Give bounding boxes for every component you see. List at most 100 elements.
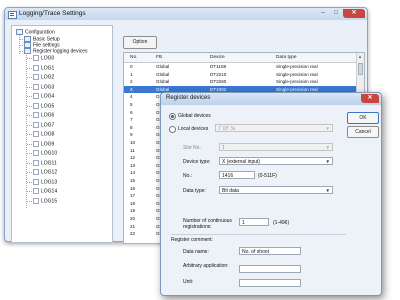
unit-label: Unit: — [183, 279, 194, 285]
option-button[interactable]: Option — [123, 36, 157, 49]
chevron-down-icon: ▼ — [325, 126, 330, 131]
tree-connector — [27, 96, 32, 97]
slot-select[interactable]: 1 ▼ — [219, 143, 333, 151]
tree-connector — [27, 124, 32, 126]
window-titlebar[interactable]: Logging/Trace Settings – □ ✕ — [5, 8, 367, 20]
tree-item-label: LOG10 — [41, 150, 58, 157]
cell-no: 9 — [130, 132, 133, 138]
cell-device: DT2260 — [210, 79, 227, 85]
cell-device: DT2210 — [210, 71, 227, 77]
cell-no: 6 — [130, 109, 133, 115]
continuous-label-line2: registrations: — [183, 224, 212, 230]
tree-item-log[interactable]: LOG7 — [33, 121, 54, 128]
tree-item-log[interactable]: LOG8 — [33, 131, 54, 137]
ok-button[interactable]: OK — [347, 112, 379, 124]
document-icon — [33, 55, 39, 61]
table-row[interactable]: 0 Global DT1108 Single-precision real — [124, 63, 356, 70]
document-icon — [33, 74, 39, 80]
tree-item[interactable]: Register logging devices — [24, 48, 87, 54]
chevron-down-icon: ▼ — [325, 159, 330, 164]
cell-no: 14 — [130, 170, 136, 176]
tree-connector — [27, 58, 32, 59]
unit-input[interactable] — [239, 279, 301, 287]
cell-no: 3 — [130, 86, 133, 92]
chevron-down-icon: ▼ — [325, 188, 330, 193]
arbitrary-application-label: Arbitrary application: — [183, 263, 229, 269]
document-icon — [33, 121, 39, 128]
cell-no: 22 — [130, 231, 136, 237]
tree-item-configuration[interactable]: Configuration — [16, 29, 55, 35]
tree-item-label: LOG0 — [41, 55, 55, 62]
tree-item-label: Register logging devices — [33, 48, 88, 55]
continuous-count-value: 1 — [242, 220, 245, 226]
device-type-label: Device type: — [183, 159, 211, 165]
tree-item-log[interactable]: LOG12 — [33, 169, 57, 175]
tree-item-label: LOG6 — [41, 112, 55, 119]
dialog-close-button[interactable]: ✕ — [361, 94, 379, 103]
document-icon — [33, 93, 39, 99]
maximize-button[interactable]: □ — [330, 9, 342, 18]
tree-item-log[interactable]: LOG13 — [33, 178, 57, 185]
table-row[interactable]: 2 Global DT2260 Single-precision real — [124, 78, 356, 85]
cancel-button[interactable]: Cancel — [347, 126, 379, 138]
settings-tree: Configuration Basic Setup File settings Re… — [11, 25, 113, 243]
tree-item-label: LOG5 — [41, 102, 55, 109]
tree-item-log[interactable]: LOG9 — [33, 140, 55, 147]
data-type-select[interactable]: Bit data ▼ — [219, 186, 333, 194]
cell-data-type: Single-precision real — [276, 79, 318, 85]
column-header-fb[interactable]: FB — [156, 55, 162, 60]
tree-item-log[interactable]: LOG5 — [33, 102, 55, 109]
tree-item-log[interactable]: LOG14 — [33, 188, 57, 194]
device-type-value: X (external input) — [222, 159, 261, 165]
tree-item-log[interactable]: LOG3 — [33, 83, 54, 90]
tree-connector — [27, 200, 32, 202]
tree-connector — [27, 181, 32, 183]
cell-no: 20 — [130, 216, 136, 221]
data-name-input[interactable]: No. of shoot — [239, 247, 301, 255]
tree-item-label: LOG9 — [41, 140, 55, 147]
no-label: No.: — [183, 173, 193, 179]
tree-item-log[interactable]: LOG2 — [33, 74, 54, 80]
scroll-up-icon[interactable]: ▲ — [358, 54, 362, 59]
tree-item-label: LOG15 — [41, 197, 58, 204]
tree-item-log[interactable]: LOG4 — [33, 93, 54, 99]
global-devices-radio[interactable] — [169, 113, 176, 120]
cell-no: 0 — [130, 64, 133, 69]
tree-item-log[interactable]: LOG0 — [33, 55, 54, 61]
device-no-input[interactable]: 1416 — [219, 171, 255, 179]
cell-data-type: Single-precision real — [276, 64, 318, 69]
device-type-select[interactable]: X (external input) ▼ — [219, 157, 333, 165]
cell-no: 7 — [130, 117, 133, 123]
data-name-value: No. of shoot — [242, 249, 269, 255]
cell-no: 10 — [130, 140, 136, 145]
comment-divider — [171, 234, 346, 235]
document-icon — [33, 178, 39, 185]
global-devices-label: Global devices — [178, 113, 211, 119]
local-devices-radio[interactable] — [169, 126, 176, 133]
tree-item-label: LOG1 — [41, 64, 55, 71]
document-icon — [33, 150, 39, 156]
continuous-count-input[interactable]: 1 — [239, 218, 269, 226]
minimize-button[interactable]: – — [317, 9, 329, 18]
cell-fb: Global — [156, 64, 170, 69]
arbitrary-application-input[interactable] — [239, 265, 301, 273]
tree-item-log[interactable]: LOG15 — [33, 197, 58, 204]
tree-item-log[interactable]: LOG1 — [33, 64, 55, 71]
column-header-no[interactable]: No. — [130, 55, 137, 60]
column-header-device[interactable]: Device — [210, 55, 225, 60]
tree-item-log[interactable]: LOG11 — [33, 159, 57, 166]
tree-item-log[interactable]: LOG6 — [33, 112, 54, 118]
dialog-titlebar[interactable]: Register devices ✕ — [161, 93, 381, 105]
table-row[interactable]: 1 Global DT2210 Single-precision real — [124, 71, 356, 78]
cell-no: 18 — [130, 200, 136, 206]
tree-connector — [27, 86, 32, 88]
close-button[interactable]: ✕ — [343, 9, 365, 18]
local-program-select[interactable]: ﾌﾟﾛｸﾞﾗﾑ ▼ — [215, 124, 333, 132]
slot-value: 1 — [222, 145, 225, 151]
tree-item-label: LOG12 — [41, 169, 58, 176]
column-header-data-type[interactable]: Data type — [276, 55, 297, 60]
scroll-thumb[interactable] — [358, 63, 363, 75]
cell-device: DT1108 — [210, 64, 227, 69]
cell-no: 21 — [130, 223, 136, 229]
tree-item-log[interactable]: LOG10 — [33, 150, 57, 156]
